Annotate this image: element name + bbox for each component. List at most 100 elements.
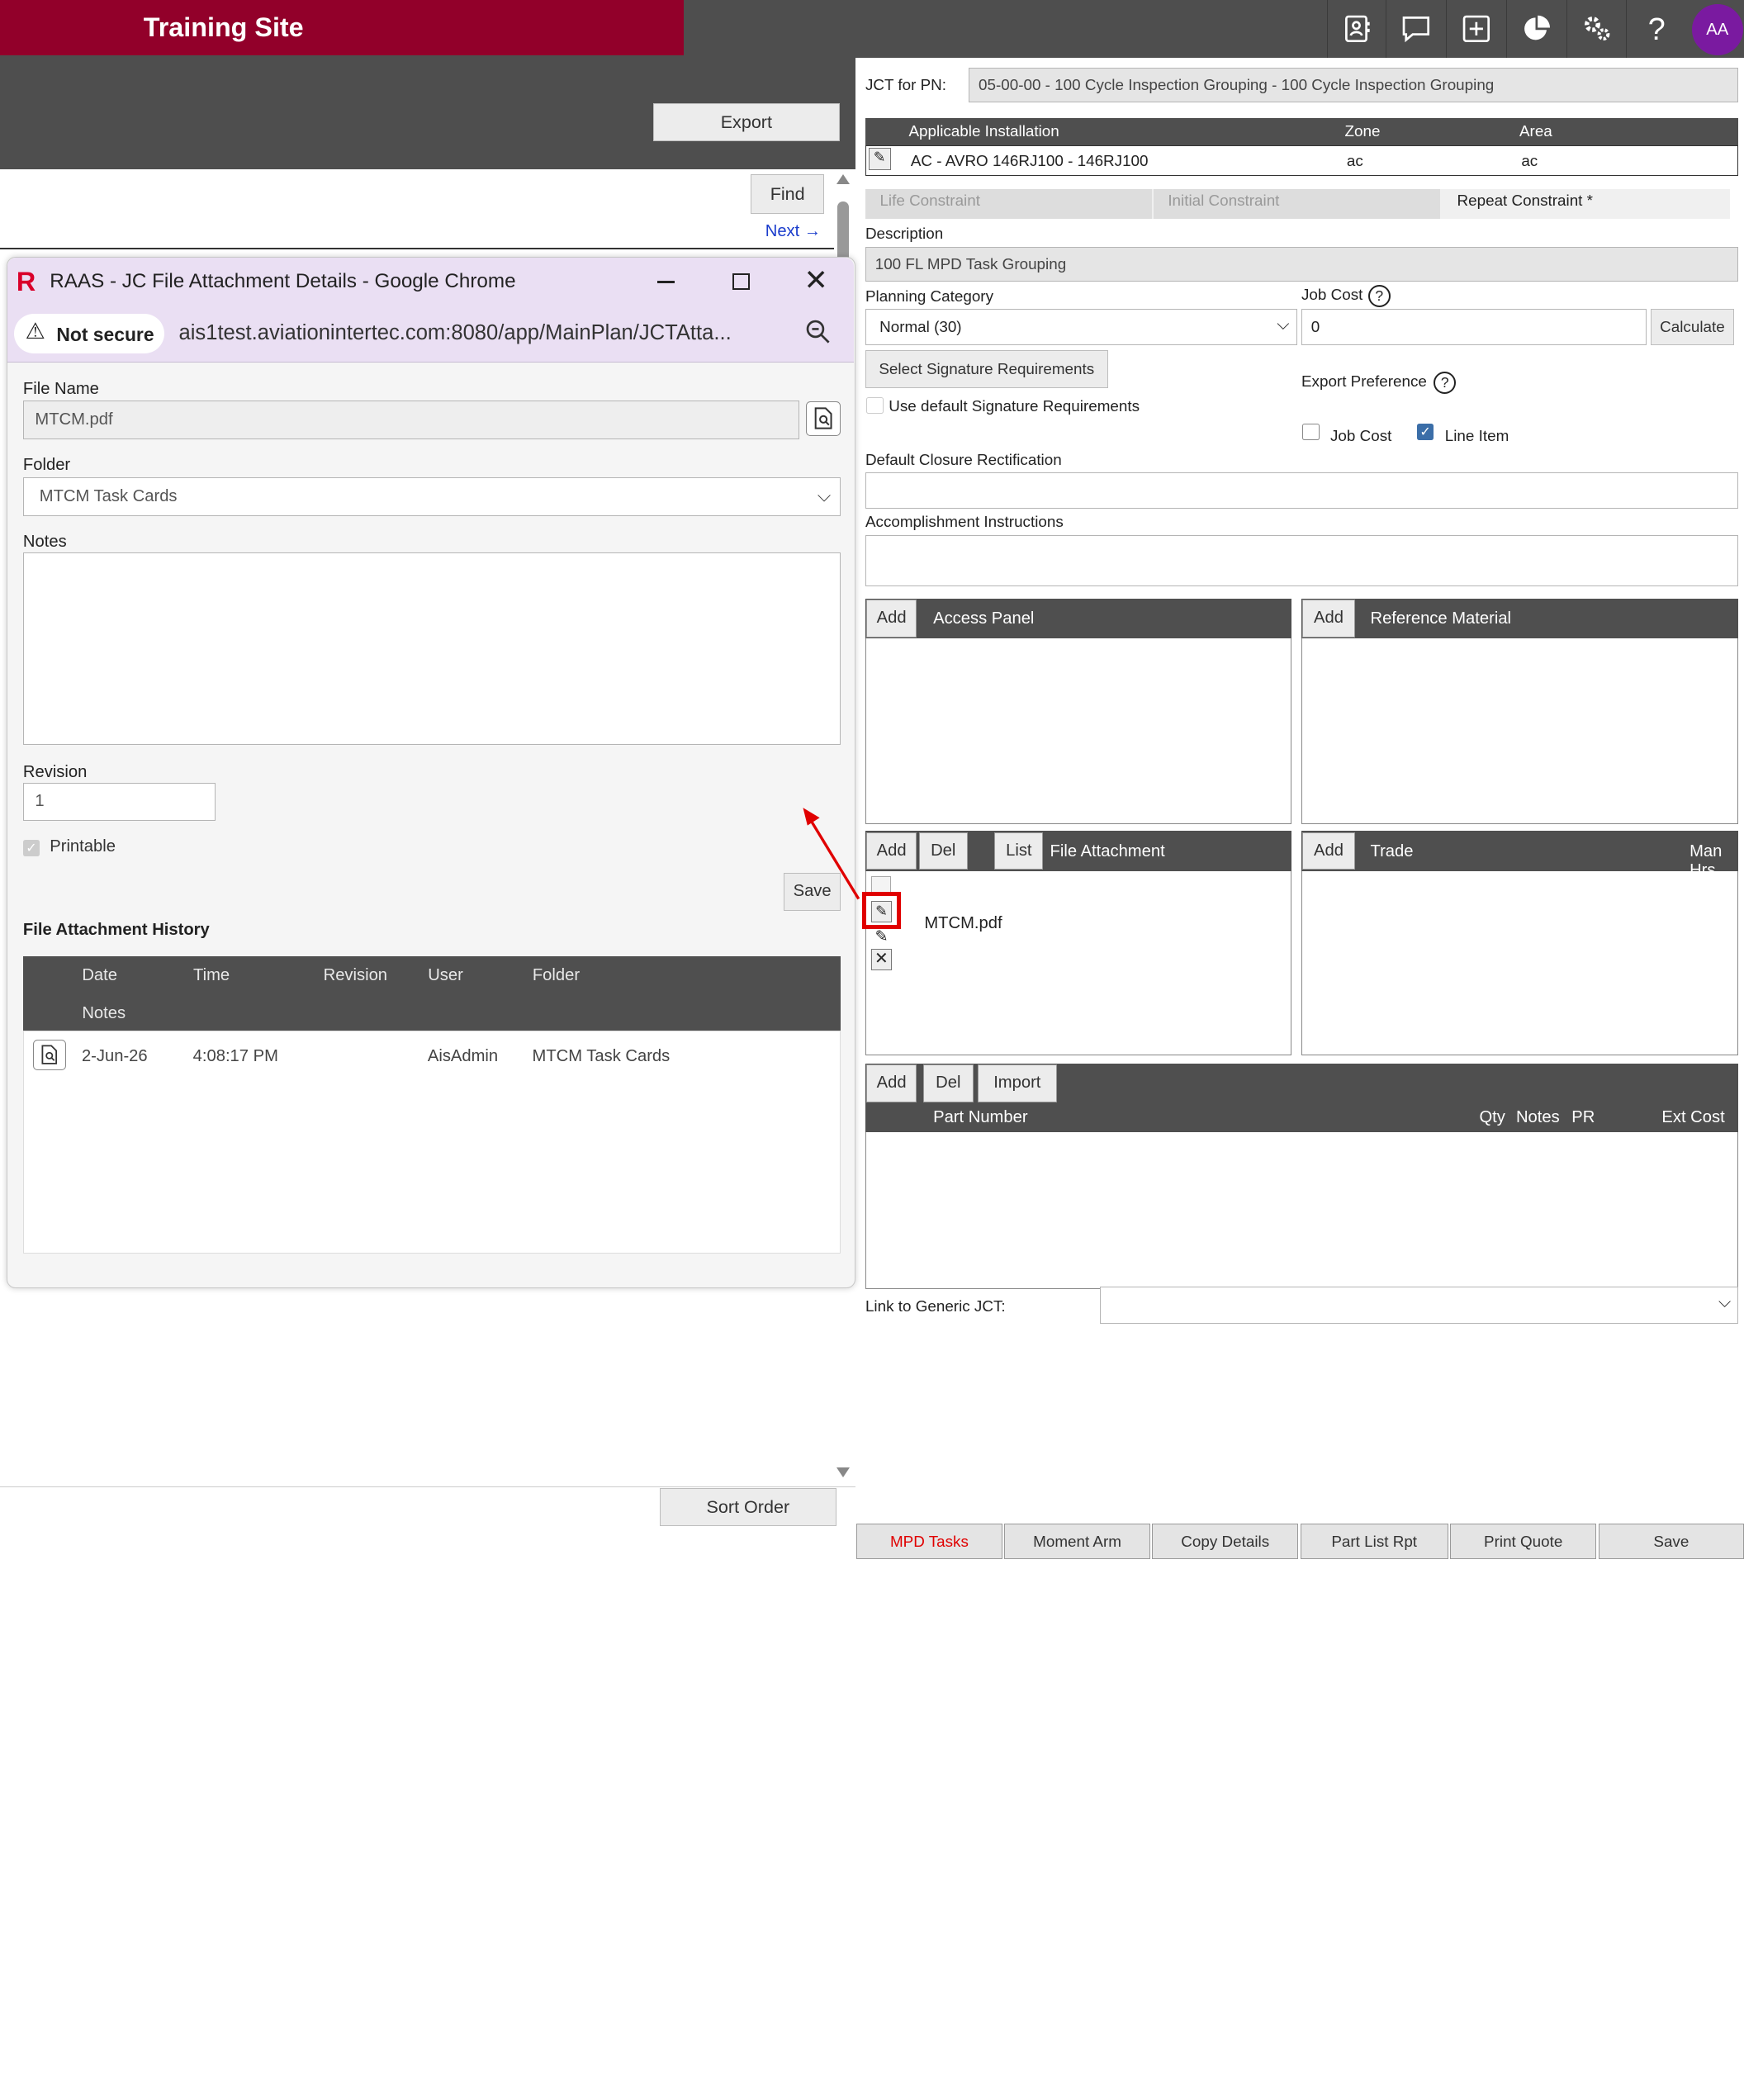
highlight-box <box>861 892 902 929</box>
export-line-item-checkbox[interactable]: ✓ <box>1417 424 1434 441</box>
site-title: Training Site <box>0 0 685 56</box>
col-zone: Zone <box>1344 122 1381 140</box>
attachment-dialog: R RAAS - JC File Attachment Details - Go… <box>7 257 855 1288</box>
cell-installation: AC - AVRO 146RJ100 - 146RJ100 <box>910 152 1149 170</box>
add-button[interactable]: Add <box>866 832 917 870</box>
del-button[interactable]: Del <box>922 1064 974 1102</box>
find-button[interactable]: Find <box>751 174 825 214</box>
tab-moment-arm[interactable]: Moment Arm <box>1004 1524 1150 1560</box>
add-icon[interactable] <box>1446 0 1506 59</box>
folder-select[interactable]: MTCM Task Cards ⌵ <box>22 476 841 516</box>
tab-life-constraint[interactable]: Life Constraint <box>865 188 1153 220</box>
avatar[interactable]: AA <box>1691 4 1743 56</box>
export-job-cost-checkbox[interactable] <box>1302 424 1320 441</box>
edit-pencil-icon[interactable]: ✎ <box>871 927 893 946</box>
url-text[interactable]: ais1test.aviationintertec.com:8080/app/M… <box>179 321 732 345</box>
col-folder: Folder <box>532 966 581 985</box>
constraint-tabs: Life Constraint Initial Constraint Repea… <box>865 188 1730 220</box>
export-preference-label: Export Preference <box>1301 372 1427 391</box>
next-link[interactable]: Next → <box>765 222 821 241</box>
add-button[interactable]: Add <box>866 1064 917 1102</box>
add-button[interactable]: Add <box>866 600 917 638</box>
history-table: 2-Jun-26 4:08:17 PM AisAdmin MTCM Task C… <box>22 1031 841 1254</box>
notes-textarea[interactable] <box>22 552 841 746</box>
url-bar: ⚠ Not secure ais1test.aviationintertec.c… <box>7 306 855 363</box>
chat-icon[interactable] <box>1386 0 1446 59</box>
chevron-down-icon: ⌵ <box>817 484 832 505</box>
revision-label: Revision <box>22 762 88 781</box>
security-chip[interactable]: ⚠ Not secure <box>14 313 164 353</box>
close-icon[interactable]: ✕ <box>804 263 828 297</box>
col-qty: Qty <box>1479 1107 1505 1126</box>
default-signature-label: Use default Signature Requirements <box>889 396 1140 415</box>
file-name-field[interactable]: MTCM.pdf <box>22 400 800 439</box>
edit-pencil-icon[interactable]: ✎ <box>868 147 891 170</box>
col-user: User <box>428 966 463 985</box>
folder-value: MTCM Task Cards <box>39 486 178 505</box>
calculate-button[interactable]: Calculate <box>1650 309 1734 345</box>
pie-chart-icon[interactable] <box>1505 0 1566 59</box>
view-file-icon[interactable] <box>32 1039 67 1071</box>
accomplishment-label: Accomplishment Instructions <box>865 512 1064 530</box>
tab-part-list-rpt[interactable]: Part List Rpt <box>1300 1524 1448 1560</box>
contact-card-icon[interactable] <box>1326 0 1387 59</box>
help-icon[interactable]: ? <box>1367 284 1391 307</box>
maximize-icon[interactable] <box>732 273 750 291</box>
annotation-arrow <box>803 807 860 900</box>
help-icon[interactable]: ? <box>1434 371 1457 394</box>
tab-initial-constraint[interactable]: Initial Constraint <box>1153 188 1441 220</box>
planning-category-select[interactable]: Normal (30) ⌵ <box>865 309 1297 345</box>
zoom-icon[interactable] <box>804 318 831 349</box>
tab-copy-details[interactable]: Copy Details <box>1152 1524 1298 1560</box>
link-generic-select[interactable]: ⌵ <box>1100 1287 1739 1324</box>
sort-order-button[interactable]: Sort Order <box>659 1488 836 1527</box>
job-cost-field[interactable]: 0 <box>1301 309 1647 345</box>
col-ext-cost: Ext Cost <box>1661 1107 1725 1126</box>
del-button[interactable]: Del <box>918 832 968 870</box>
description-field: 100 FL MPD Task Grouping <box>865 247 1739 282</box>
chevron-down-icon: ⌵ <box>1718 1293 1732 1312</box>
revision-field[interactable]: 1 <box>22 782 216 821</box>
gears-icon[interactable] <box>1566 0 1627 59</box>
delete-icon[interactable]: ✕ <box>870 948 893 970</box>
col-installation: Applicable Installation <box>908 122 1059 140</box>
accomplishment-textarea[interactable] <box>865 534 1739 586</box>
notes-label: Notes <box>22 532 67 551</box>
default-signature-checkbox[interactable] <box>866 396 884 415</box>
planning-category-label: Planning Category <box>865 287 993 305</box>
trade-title: Trade <box>1370 841 1414 860</box>
export-button[interactable]: Export <box>652 103 840 142</box>
tab-save[interactable]: Save <box>1598 1524 1744 1560</box>
view-file-icon[interactable] <box>806 401 841 436</box>
attachment-file-link[interactable]: MTCM.pdf <box>924 914 1002 933</box>
cell-area: ac <box>1521 152 1538 170</box>
not-secure-label: Not secure <box>56 323 154 345</box>
col-date: Date <box>82 966 117 985</box>
import-button[interactable]: Import <box>978 1064 1057 1102</box>
printable-checkbox[interactable]: ✓ <box>22 839 40 856</box>
tab-mpd-tasks[interactable]: MPD Tasks <box>856 1524 1002 1560</box>
tab-repeat-constraint[interactable]: Repeat Constraint * <box>1443 189 1730 219</box>
cell-user: AisAdmin <box>427 1047 499 1066</box>
reference-material-header: Add Reference Material <box>1301 598 1739 639</box>
add-button[interactable]: Add <box>1302 600 1355 638</box>
default-closure-field[interactable] <box>865 472 1739 509</box>
history-header: Date Time Revision User Folder Notes <box>22 956 841 1031</box>
installation-header: Applicable Installation Zone Area <box>865 117 1739 146</box>
table-row: 2-Jun-26 4:08:17 PM AisAdmin MTCM Task C… <box>24 1031 839 1076</box>
list-button[interactable]: List <box>994 832 1044 870</box>
col-revision: Revision <box>323 966 388 985</box>
raas-logo-icon: R <box>16 266 36 296</box>
minimize-icon[interactable] <box>656 281 675 284</box>
add-button[interactable]: Add <box>1302 832 1355 870</box>
help-icon[interactable]: ? <box>1626 0 1686 59</box>
divider <box>0 248 835 249</box>
jct-pn-label: JCT for PN: <box>865 75 947 93</box>
jct-pn-field: 05-00-00 - 100 Cycle Inspection Grouping… <box>969 68 1739 102</box>
access-panel-title: Access Panel <box>933 609 1035 628</box>
select-signature-button[interactable]: Select Signature Requirements <box>865 350 1108 389</box>
planning-value: Normal (30) <box>879 318 962 335</box>
tab-print-quote[interactable]: Print Quote <box>1450 1524 1596 1560</box>
warning-icon: ⚠ <box>25 319 45 344</box>
file-attachment-title: File Attachment <box>1050 841 1165 860</box>
